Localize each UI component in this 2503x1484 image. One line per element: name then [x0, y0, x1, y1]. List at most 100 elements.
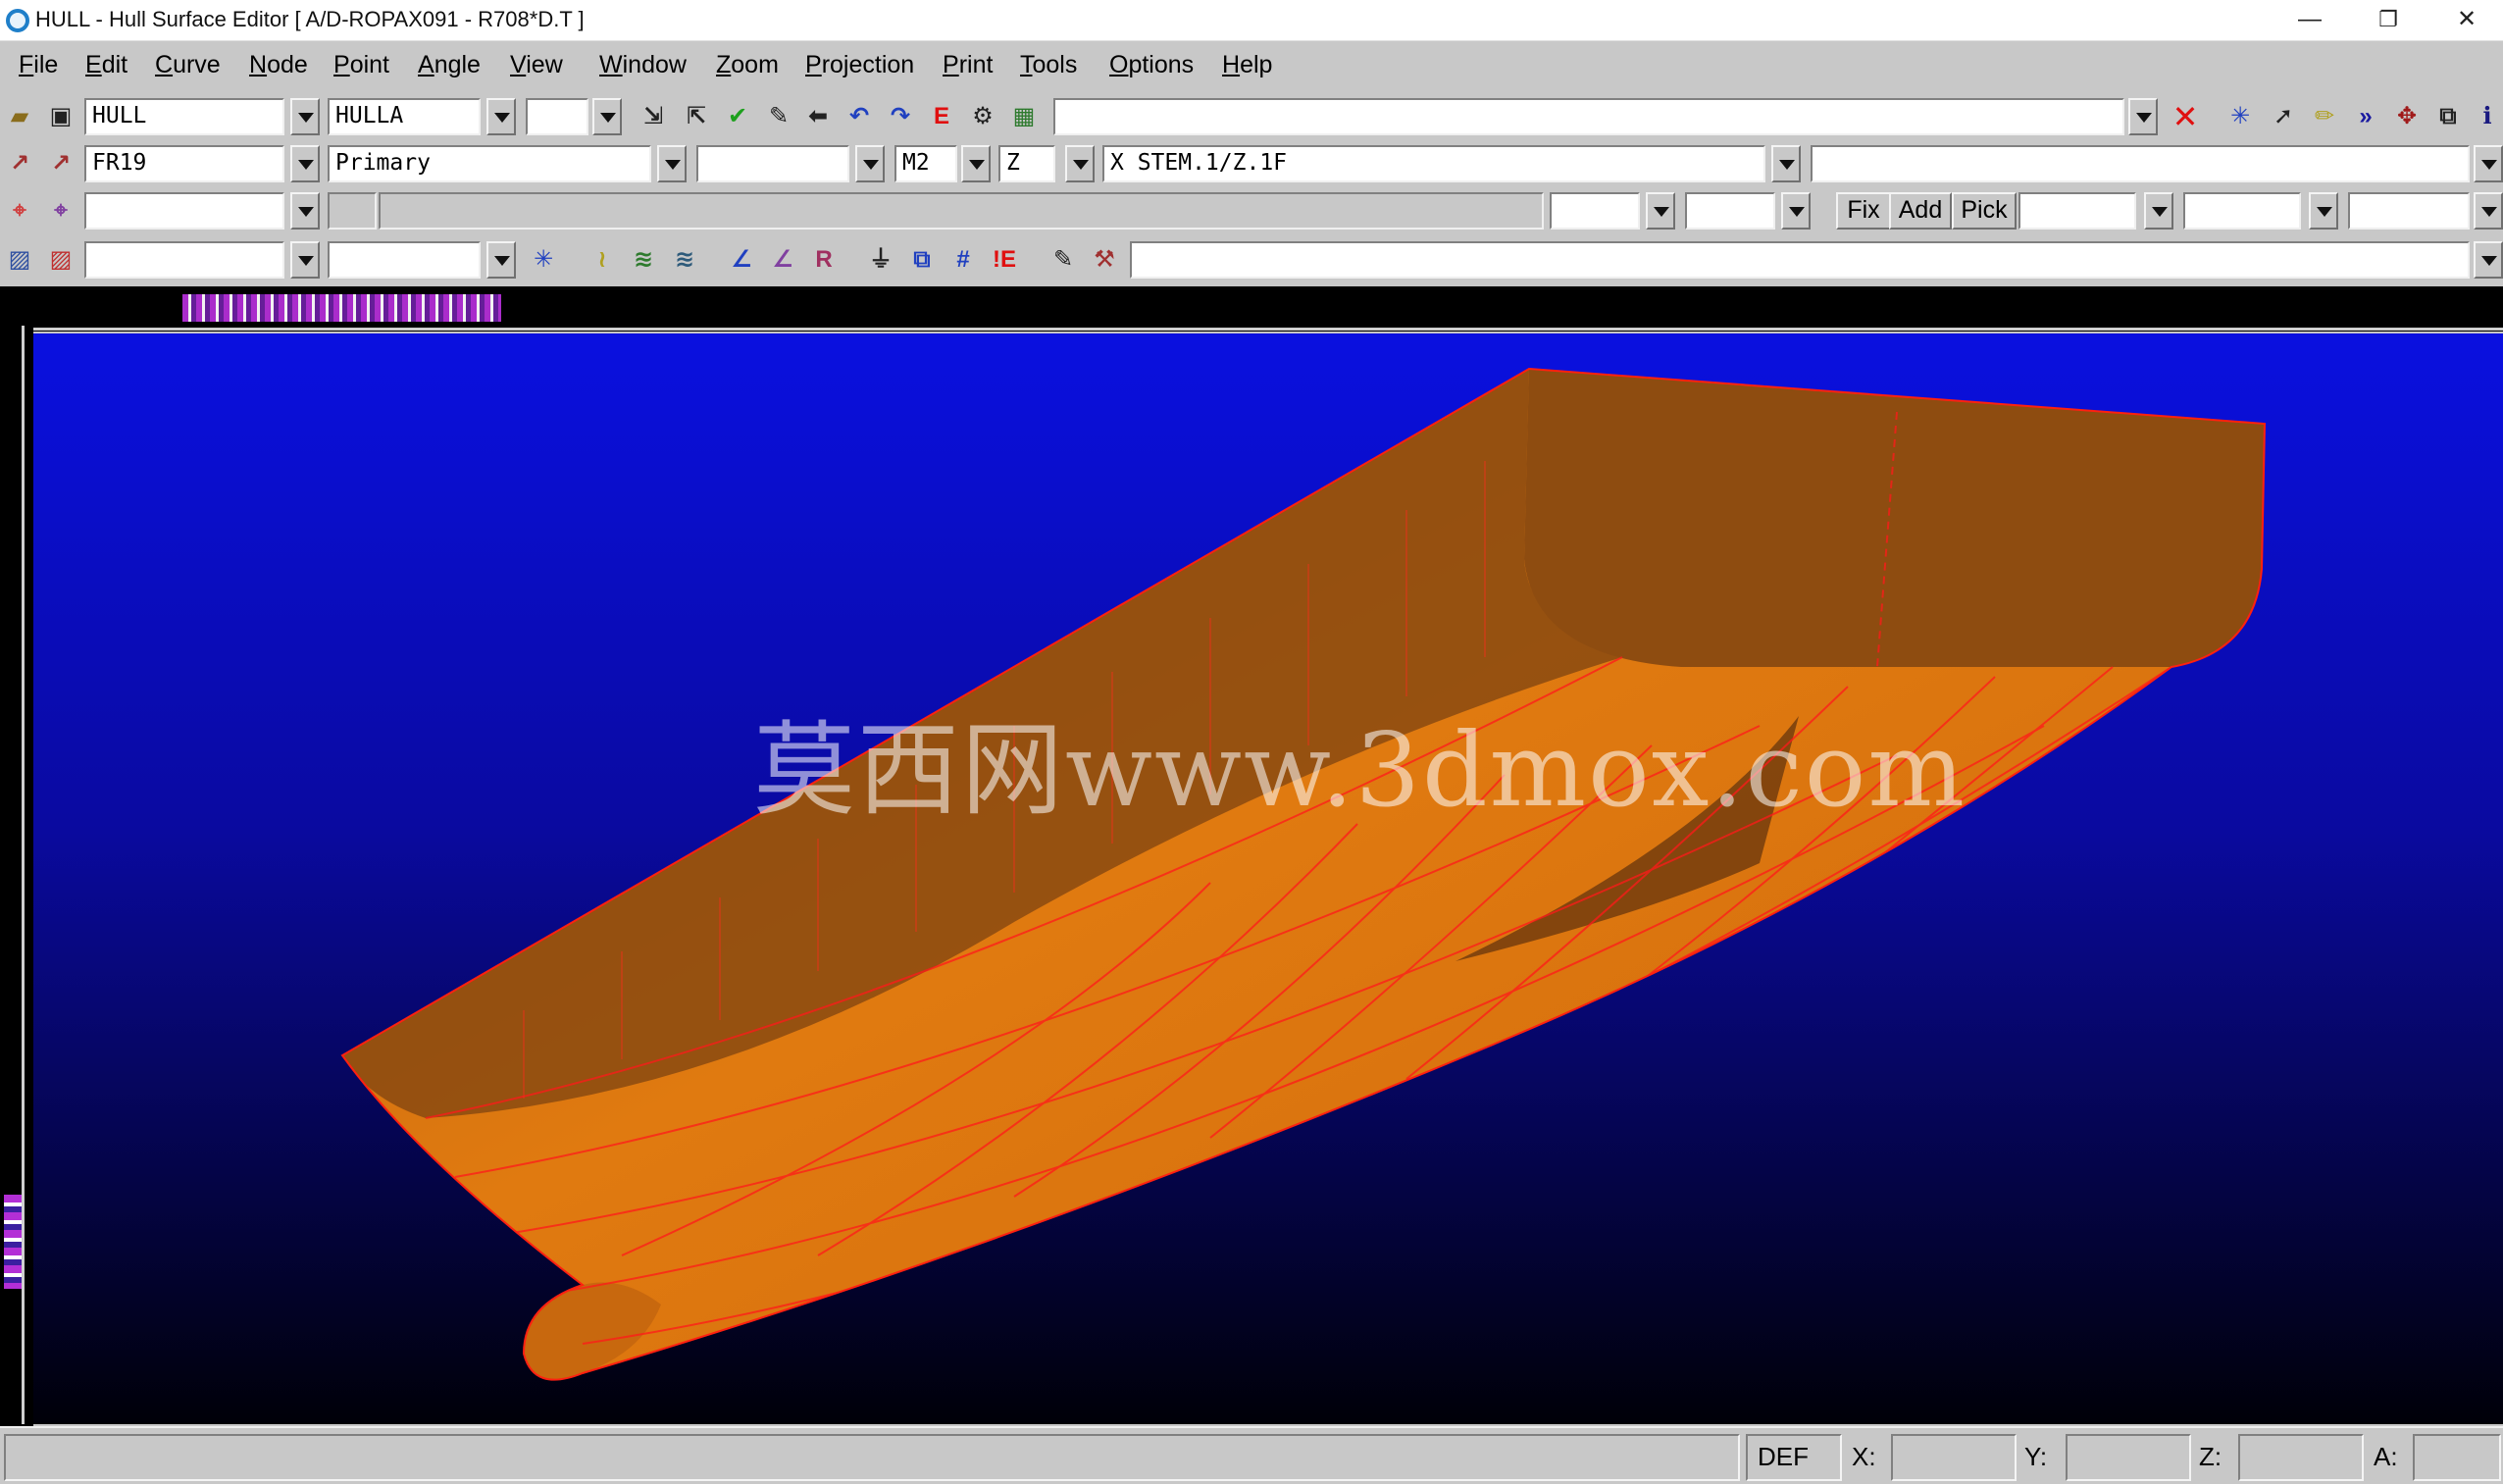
view-field1[interactable] [84, 241, 284, 279]
info-icon[interactable]: ℹ [2470, 99, 2503, 134]
minimize-button[interactable]: — [2272, 0, 2348, 41]
import-icon[interactable]: ⇲ [636, 99, 671, 134]
menu-options[interactable]: Options [1109, 51, 1194, 79]
copy-icon[interactable]: ⧉ [2430, 99, 2466, 134]
small-field[interactable] [526, 98, 588, 135]
filter-icon[interactable]: ⏚ [863, 242, 898, 278]
view-field2[interactable] [328, 241, 481, 279]
view-box-icon[interactable]: ⧉ [904, 242, 940, 278]
menu-zoom[interactable]: Zoom [716, 51, 779, 79]
edit-icon[interactable]: ✎ [761, 99, 796, 134]
e-icon[interactable]: E [924, 99, 959, 134]
pointer-icon[interactable]: ➚ [2266, 99, 2301, 134]
type-dropdown[interactable] [657, 145, 687, 182]
fix-button[interactable]: Fix [1836, 192, 1891, 230]
pencil-icon[interactable]: ✏ [2307, 99, 2342, 134]
pick-value2-field[interactable] [2183, 192, 2301, 230]
pick-value3-field[interactable] [2348, 192, 2470, 230]
node-value1-field[interactable] [1550, 192, 1640, 230]
view-wide-dropdown[interactable] [2474, 241, 2503, 279]
open-folder-icon[interactable]: ▰ [2, 99, 37, 134]
blank-dropdown[interactable] [855, 145, 885, 182]
radius-icon[interactable]: R [806, 242, 842, 278]
surface-shade-icon[interactable]: ▨ [43, 242, 78, 278]
move-icon[interactable]: ✥ [2389, 99, 2425, 134]
menu-node[interactable]: Node [249, 51, 308, 79]
error-icon[interactable]: !E [987, 242, 1022, 278]
curve-tool-icon[interactable]: ↗ [2, 146, 37, 181]
unit-dropdown[interactable] [961, 145, 991, 182]
edit-note-icon[interactable]: ✎ [1046, 242, 1081, 278]
cancel-x-icon[interactable]: ✕ [2168, 99, 2203, 134]
surface-field[interactable]: HULL [84, 98, 284, 135]
export-icon[interactable]: ⇱ [679, 99, 714, 134]
surface2-field[interactable]: HULLA [328, 98, 481, 135]
node-value1-dropdown[interactable] [1646, 192, 1675, 230]
angle2-icon[interactable]: ∠ [765, 242, 800, 278]
axis-dropdown[interactable] [1065, 145, 1095, 182]
menu-view[interactable]: View [510, 51, 563, 79]
pick-value3-dropdown[interactable] [2474, 192, 2503, 230]
expression-dropdown[interactable] [1771, 145, 1801, 182]
surface-view-icon[interactable]: ▨ [2, 242, 37, 278]
overview-minimap[interactable] [182, 294, 501, 322]
fast-forward-icon[interactable]: » [2348, 99, 2383, 134]
save-icon[interactable]: ▣ [43, 99, 78, 134]
node-value2-field[interactable] [1685, 192, 1775, 230]
curve-field[interactable]: FR19 [84, 145, 284, 182]
curve-yellow-icon[interactable]: ≀ [585, 242, 620, 278]
node-add-icon[interactable]: ⌖ [2, 193, 37, 229]
small-dropdown[interactable] [592, 98, 622, 135]
pick-value1-dropdown[interactable] [2144, 192, 2173, 230]
crosshair-icon[interactable]: ✳ [2222, 99, 2258, 134]
curve-blend-icon[interactable]: ≋ [667, 242, 702, 278]
redo-icon[interactable]: ↷ [883, 99, 918, 134]
menu-help[interactable]: Help [1222, 51, 1272, 79]
menu-window[interactable]: Window [599, 51, 687, 79]
command-dropdown[interactable] [2128, 98, 2158, 135]
view-wide-field[interactable] [1130, 241, 2470, 279]
check-icon[interactable]: ✔ [720, 99, 755, 134]
type-field[interactable]: Primary [328, 145, 651, 182]
close-window-button[interactable]: ✕ [2428, 0, 2503, 41]
blank-field[interactable] [696, 145, 849, 182]
node-field[interactable] [84, 192, 284, 230]
node-move-icon[interactable]: ⌖ [43, 193, 78, 229]
node-value2-dropdown[interactable] [1781, 192, 1811, 230]
expression-field[interactable]: X STEM.1/Z.1F [1102, 145, 1765, 182]
axes-icon[interactable]: ✳ [526, 242, 561, 278]
restore-button[interactable]: ❐ [2350, 0, 2426, 41]
pick-button[interactable]: Pick [1952, 192, 2017, 230]
right-field[interactable] [1811, 145, 2470, 182]
right-dropdown[interactable] [2474, 145, 2503, 182]
menu-print[interactable]: Print [943, 51, 993, 79]
undo-icon[interactable]: ↶ [842, 99, 877, 134]
menu-tools[interactable]: Tools [1020, 51, 1077, 79]
layers-icon[interactable]: ▦ [1006, 99, 1042, 134]
settings-icon[interactable]: ⚙ [965, 99, 1000, 134]
menu-curve[interactable]: Curve [155, 51, 221, 79]
surface2-dropdown[interactable] [486, 98, 516, 135]
angle-icon[interactable]: ∠ [724, 242, 759, 278]
pick-value2-dropdown[interactable] [2309, 192, 2338, 230]
menu-angle[interactable]: Angle [418, 51, 481, 79]
menu-projection[interactable]: Projection [805, 51, 914, 79]
grid-icon[interactable]: # [945, 242, 981, 278]
tool-stack-icon[interactable]: ⚒ [1087, 242, 1122, 278]
curve-tool2-icon[interactable]: ↗ [43, 146, 78, 181]
node-dropdown[interactable] [290, 192, 320, 230]
menu-file[interactable]: File [19, 51, 58, 79]
view-dropdown1[interactable] [290, 241, 320, 279]
add-button[interactable]: Add [1889, 192, 1952, 230]
surface-dropdown[interactable] [290, 98, 320, 135]
menu-edit[interactable]: Edit [85, 51, 128, 79]
back-arrow-icon[interactable]: ⬅ [800, 99, 836, 134]
axis-field[interactable]: Z [998, 145, 1055, 182]
pick-value1-field[interactable] [2018, 192, 2136, 230]
command-field[interactable] [1053, 98, 2124, 135]
curve-green-icon[interactable]: ≋ [626, 242, 661, 278]
curve-dropdown[interactable] [290, 145, 320, 182]
unit-field[interactable]: M2 [894, 145, 957, 182]
view-dropdown2[interactable] [486, 241, 516, 279]
hull-viewport[interactable]: 莫西网www.3dmox.com [33, 333, 2503, 1424]
